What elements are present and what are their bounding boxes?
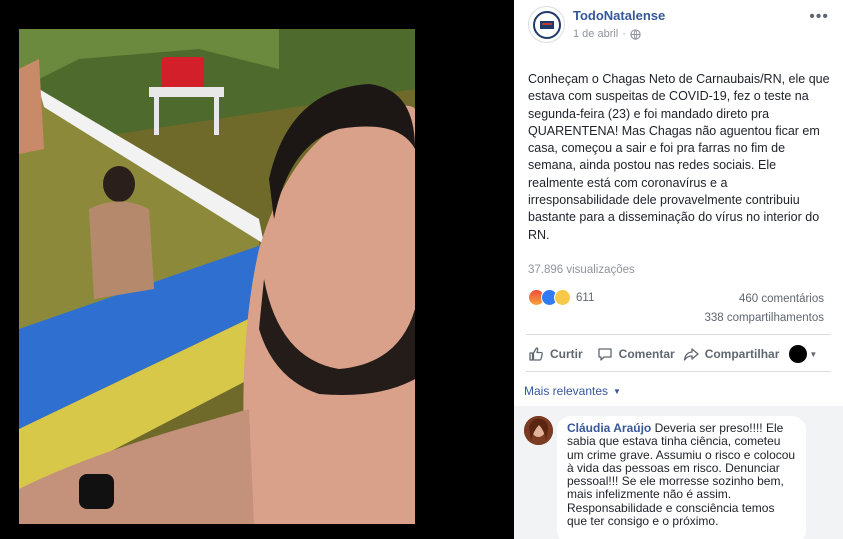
video-player[interactable] xyxy=(19,29,415,524)
reactions-summary[interactable]: 611 xyxy=(528,289,594,306)
user-avatar-icon xyxy=(789,345,808,363)
like-label: Curtir xyxy=(550,347,583,361)
chevron-down-icon: ▼ xyxy=(613,386,621,396)
meta-separator: · xyxy=(622,28,626,40)
post-date[interactable]: 1 de abril xyxy=(573,28,618,40)
page-logo-icon xyxy=(532,10,561,39)
sad-icon xyxy=(554,289,571,306)
share-arrow-icon xyxy=(683,348,699,361)
globe-icon xyxy=(630,28,641,40)
thumbs-up-icon xyxy=(529,347,543,361)
like-button[interactable]: Curtir xyxy=(528,346,583,362)
share-button[interactable]: Compartilhar xyxy=(683,346,780,362)
view-count: 37.896 visualizações xyxy=(528,264,635,276)
comment-bubble: Cláudia Araújo Deveria ser preso!!!! Ele… xyxy=(557,416,806,539)
avatar[interactable] xyxy=(524,416,553,445)
divider xyxy=(526,371,831,372)
post-meta: 1 de abril · xyxy=(573,28,641,40)
divider xyxy=(526,334,831,335)
audience-selector[interactable]: ▼ xyxy=(789,345,817,363)
comment-text: Deveria ser preso!!!! Ele sabia que esta… xyxy=(567,421,796,529)
comment-author-link[interactable]: Cláudia Araújo xyxy=(567,421,651,435)
comment-sort-dropdown[interactable]: Mais relevantes ▼ xyxy=(524,384,621,398)
comments-section: Cláudia Araújo Deveria ser preso!!!! Ele… xyxy=(514,406,843,539)
chevron-down-icon: ▼ xyxy=(809,349,818,359)
post-text: Conheçam o Chagas Neto de Carnaubais/RN,… xyxy=(528,72,830,242)
video-viewer xyxy=(0,0,514,539)
commenter-photo xyxy=(524,416,553,445)
reaction-count: 611 xyxy=(576,291,595,304)
post-panel: TodoNatalense 1 de abril · ••• Conheçam … xyxy=(514,0,843,539)
page-name-link[interactable]: TodoNatalense xyxy=(573,8,665,23)
sort-label: Mais relevantes xyxy=(524,384,609,398)
comment-bubble-icon xyxy=(598,348,612,361)
comments-count-link[interactable]: 460 comentários xyxy=(739,293,824,305)
ellipsis-icon[interactable]: ••• xyxy=(809,8,829,26)
share-label: Compartilhar xyxy=(704,347,780,361)
post-actions-bar: Curtir Comentar Compartilhar ▼ xyxy=(528,345,829,363)
page-avatar[interactable] xyxy=(528,6,565,43)
shares-count-link[interactable]: 338 compartilhamentos xyxy=(704,312,824,324)
comment-label: Comentar xyxy=(618,347,675,361)
video-frame xyxy=(19,29,415,524)
comment-button[interactable]: Comentar xyxy=(597,346,675,362)
